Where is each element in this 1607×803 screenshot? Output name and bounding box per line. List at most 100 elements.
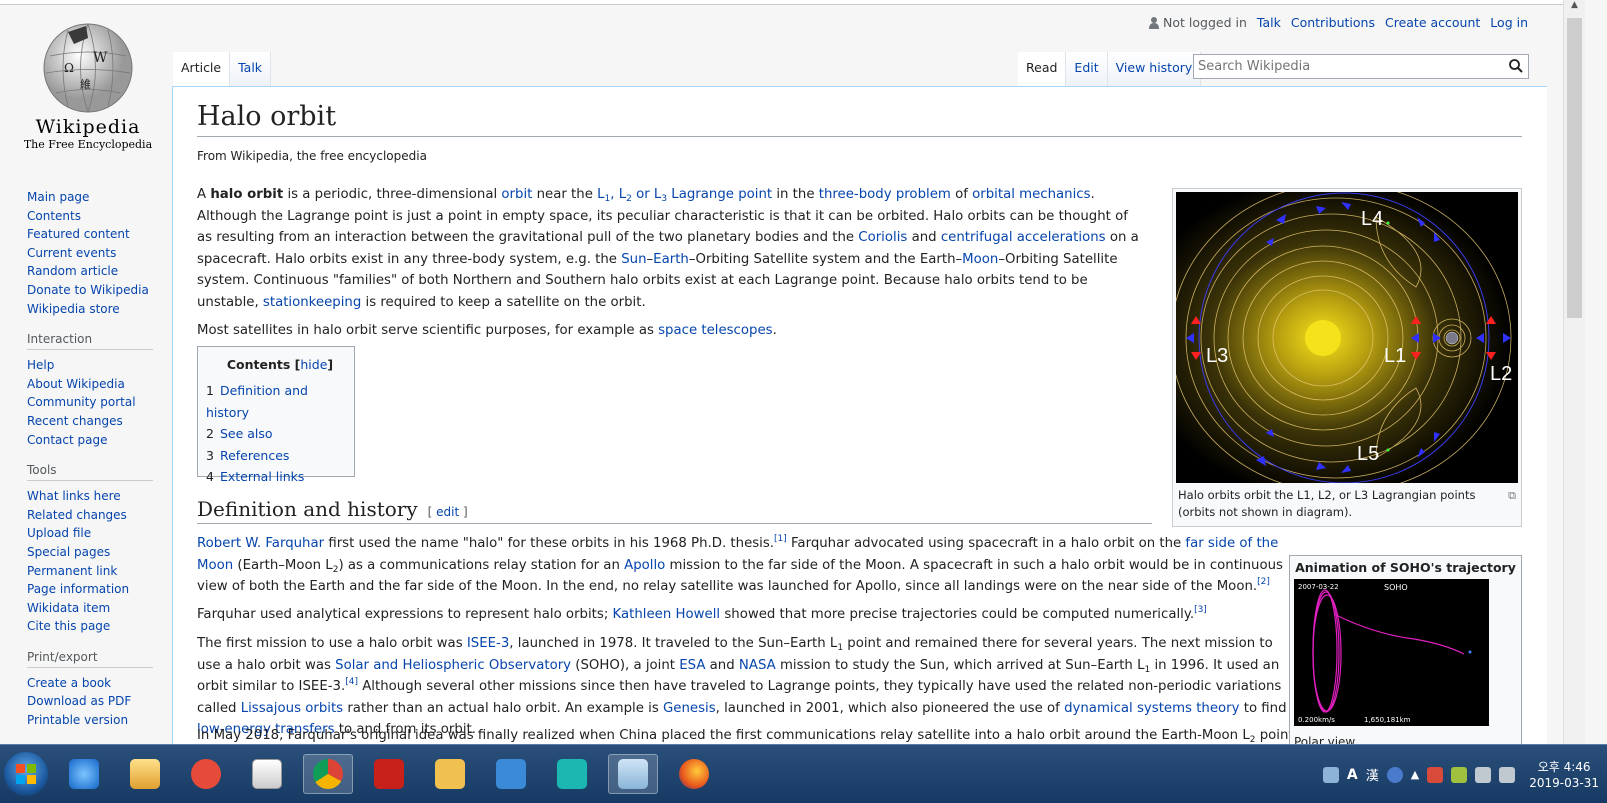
toc-item-link[interactable]: References	[220, 448, 289, 463]
sidebar-item-recent-changes[interactable]: Recent changes	[27, 412, 157, 431]
sidebar-item-related-changes[interactable]: Related changes	[27, 506, 157, 525]
contributions-link[interactable]: Contributions	[1291, 15, 1375, 30]
link-space-telescopes[interactable]: space telescopes	[658, 323, 772, 338]
taskbar-internet-explorer[interactable]	[59, 754, 109, 794]
sidebar-item-contact-page[interactable]: Contact page	[27, 431, 157, 450]
sidebar-item-printable-version[interactable]: Printable version	[27, 711, 157, 730]
link-orbital-mechanics[interactable]: orbital mechanics	[972, 187, 1090, 202]
toc-item[interactable]: 1 Definition and history	[206, 380, 354, 423]
sidebar-item-current-events[interactable]: Current events	[27, 244, 157, 263]
sidebar-item-random-article[interactable]: Random article	[27, 262, 157, 281]
toc-item-link[interactable]: Definition and history	[206, 383, 308, 420]
link-three-body-problem[interactable]: three-body problem	[819, 187, 951, 202]
sidebar-item-help[interactable]: Help	[27, 356, 157, 375]
link-lissajous-orbits[interactable]: Lissajous orbits	[241, 701, 343, 716]
tray-app-icon[interactable]	[1322, 766, 1339, 783]
toc-hide-toggle[interactable]: hide	[300, 357, 327, 372]
toc-item[interactable]: 3 References	[206, 445, 354, 467]
sidebar-item-featured-content[interactable]: Featured content	[27, 225, 157, 244]
start-button[interactable]	[4, 752, 48, 796]
citation-4[interactable]: [4]	[345, 677, 358, 687]
taskbar-media-player[interactable]	[242, 754, 292, 794]
sidebar-item-page-information[interactable]: Page information	[27, 580, 157, 599]
tab-talk[interactable]: Talk	[230, 52, 272, 86]
sidebar-item-main-page[interactable]: Main page	[27, 188, 157, 207]
link-moon[interactable]: Moon	[962, 252, 998, 267]
tab-article[interactable]: Article	[173, 52, 231, 86]
scrollbar-thumb[interactable]	[1567, 18, 1582, 318]
scroll-up-arrow-icon[interactable]: ▲	[1564, 0, 1585, 17]
link-earth[interactable]: Earth	[653, 252, 689, 267]
tab-read[interactable]: Read	[1018, 52, 1067, 86]
link-lagrange-point[interactable]: L1, L2 or L3 Lagrange point	[597, 187, 772, 204]
sidebar-item-cite-this-page[interactable]: Cite this page	[27, 617, 157, 636]
link-soho[interactable]: Solar and Heliospheric Observatory	[335, 658, 571, 673]
link-esa[interactable]: ESA	[679, 658, 705, 673]
link-coriolis[interactable]: Coriolis	[858, 230, 907, 245]
link-isee-3[interactable]: ISEE-3	[467, 636, 509, 651]
tray-expand-icon[interactable]: ▲	[1411, 768, 1419, 781]
toc-item-link[interactable]: See also	[220, 426, 273, 441]
enlarge-icon[interactable]: ⧉	[1508, 487, 1516, 504]
taskbar-firefox[interactable]	[669, 754, 719, 794]
wikipedia-logo[interactable]: W Ω 維 Wikipedia The Free Encyclopedia	[20, 18, 156, 168]
page-scrollbar[interactable]: ▲ ▼	[1563, 0, 1585, 764]
link-far-side-moon[interactable]: far side of the Moon	[197, 536, 1278, 573]
sidebar-item-community-portal[interactable]: Community portal	[27, 393, 157, 412]
lagrange-points-diagram[interactable]: L4 L3 L1 L2 L5	[1176, 192, 1518, 483]
clock-time: 오후 4:46	[1537, 759, 1591, 774]
sidebar-item-donate-to-wikipedia[interactable]: Donate to Wikipedia	[27, 281, 157, 300]
sidebar-item-contents[interactable]: Contents	[27, 207, 157, 226]
action-center-flag-icon[interactable]	[1427, 766, 1444, 783]
toc-item-link[interactable]: External links	[220, 469, 304, 484]
link-genesis[interactable]: Genesis	[663, 701, 716, 716]
link-sun[interactable]: Sun	[621, 252, 646, 267]
volume-icon[interactable]	[1499, 766, 1516, 783]
search-input[interactable]	[1198, 59, 1498, 74]
citation-1[interactable]: [1]	[774, 534, 787, 544]
create-account-link[interactable]: Create account	[1385, 15, 1480, 30]
citation-2[interactable]: [2]	[1257, 577, 1270, 587]
sidebar-item-create-a-book[interactable]: Create a book	[27, 674, 157, 693]
sidebar-item-download-as-pdf[interactable]: Download as PDF	[27, 692, 157, 711]
tab-view-history[interactable]: View history	[1107, 52, 1202, 86]
sidebar-item-about-wikipedia[interactable]: About Wikipedia	[27, 375, 157, 394]
link-stationkeeping[interactable]: stationkeeping	[263, 295, 361, 310]
network-icon[interactable]	[1475, 766, 1492, 783]
link-dynamical-systems-theory[interactable]: dynamical systems theory	[1064, 701, 1239, 716]
citation-3[interactable]: [3]	[1194, 605, 1207, 615]
link-kathleen-howell[interactable]: Kathleen Howell	[613, 607, 721, 622]
user-talk-link[interactable]: Talk	[1257, 15, 1281, 30]
pen-icon[interactable]	[1451, 766, 1468, 783]
help-icon[interactable]	[1386, 766, 1403, 783]
sidebar-item-wikipedia-store[interactable]: Wikipedia store	[27, 300, 157, 319]
sidebar-item-permanent-link[interactable]: Permanent link	[27, 562, 157, 581]
link-orbit[interactable]: orbit	[501, 187, 532, 202]
link-centrifugal-accelerations[interactable]: centrifugal accelerations	[941, 230, 1106, 245]
taskbar-app-window[interactable]	[608, 754, 658, 794]
taskbar-app-music[interactable]	[547, 754, 597, 794]
toc-item[interactable]: 4 External links	[206, 466, 354, 488]
sidebar-item-upload-file[interactable]: Upload file	[27, 524, 157, 543]
ime-hanja-indicator[interactable]: 漢	[1366, 765, 1379, 784]
sidebar-item-special-pages[interactable]: Special pages	[27, 543, 157, 562]
taskbar-app-paw[interactable]	[181, 754, 231, 794]
soho-trajectory-animation[interactable]: 2007-03-22 SOHO 0.200km/s 1,650,181km	[1294, 579, 1489, 726]
log-in-link[interactable]: Log in	[1490, 15, 1528, 30]
sidebar-item-wikidata-item[interactable]: Wikidata item	[27, 599, 157, 618]
taskbar-file-explorer[interactable]	[120, 754, 170, 794]
taskbar-acrobat[interactable]	[364, 754, 414, 794]
tab-edit[interactable]: Edit	[1066, 52, 1108, 86]
link-robert-farquhar[interactable]: Robert W. Farquhar	[197, 536, 324, 551]
taskbar-app-notes[interactable]	[425, 754, 475, 794]
ime-language-indicator[interactable]: A	[1347, 767, 1358, 783]
link-apollo[interactable]: Apollo	[624, 558, 665, 573]
sidebar-item-what-links-here[interactable]: What links here	[27, 487, 157, 506]
section-edit-link[interactable]: edit	[436, 505, 459, 519]
taskbar-chrome[interactable]	[303, 754, 353, 794]
system-clock[interactable]: 오후 4:46 2019-03-31	[1529, 759, 1599, 791]
search-icon[interactable]	[1508, 58, 1524, 74]
toc-item[interactable]: 2 See also	[206, 423, 354, 445]
taskbar-app-edit[interactable]	[486, 754, 536, 794]
link-nasa[interactable]: NASA	[739, 658, 776, 673]
